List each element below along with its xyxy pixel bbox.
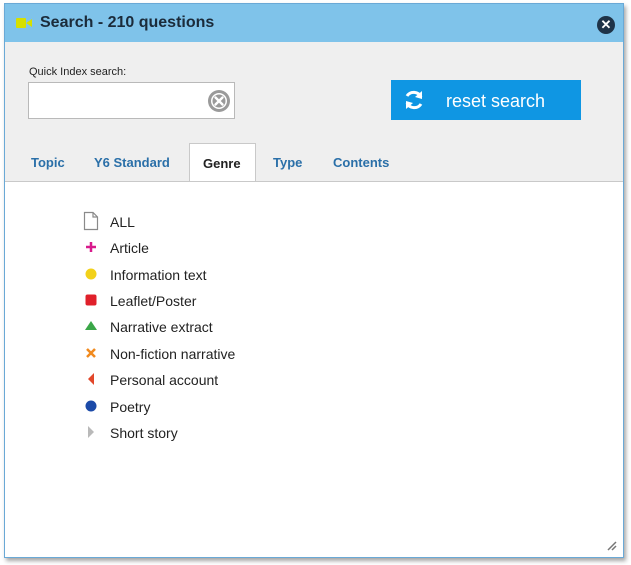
tab-genre-label: Genre <box>203 156 241 171</box>
genre-label: Poetry <box>110 399 151 415</box>
genre-label: Non-fiction narrative <box>110 346 236 362</box>
plus-icon <box>86 242 96 252</box>
genre-label: Personal account <box>110 372 219 388</box>
tab-topic[interactable]: Topic <box>31 155 65 170</box>
cross-icon <box>86 348 96 358</box>
resize-handle-icon[interactable] <box>605 539 617 551</box>
genre-item-article[interactable]: Article <box>83 237 283 257</box>
refresh-icon <box>405 90 423 110</box>
genre-item-short-story[interactable]: Short story <box>83 422 283 442</box>
genre-label: Article <box>110 240 149 256</box>
close-button[interactable]: ✕ <box>597 16 615 34</box>
reset-search-button[interactable]: reset search <box>391 80 581 120</box>
genre-item-personal-account[interactable]: Personal account <box>83 369 283 389</box>
dialog-titlebar[interactable]: Search - 210 questions ✕ <box>5 4 623 42</box>
tab-genre[interactable]: Genre <box>189 143 256 181</box>
tab-type[interactable]: Type <box>273 155 302 170</box>
circle-icon <box>85 400 97 412</box>
genre-item-narrative-extract[interactable]: Narrative extract <box>83 316 283 336</box>
tab-y6-standard[interactable]: Y6 Standard <box>94 155 170 170</box>
reset-search-label: reset search <box>446 91 546 111</box>
quick-index-search-input[interactable] <box>28 82 235 119</box>
triangle-left-icon <box>88 373 94 385</box>
genre-item-poetry[interactable]: Poetry <box>83 396 283 416</box>
search-dialog: Search - 210 questions ✕ Quick Index sea… <box>4 3 624 558</box>
genre-item-information-text[interactable]: Information text <box>83 264 283 284</box>
document-icon <box>83 211 99 231</box>
genre-label: Short story <box>110 425 178 441</box>
circle-icon <box>85 268 97 280</box>
genre-item-all[interactable]: ALL <box>83 211 283 231</box>
genre-label: ALL <box>110 214 135 230</box>
genre-label: Information text <box>110 267 207 283</box>
tab-contents[interactable]: Contents <box>333 155 389 170</box>
close-icon: ✕ <box>600 17 612 32</box>
search-panel: Quick Index search: reset search Topic Y… <box>5 42 623 182</box>
genre-label: Leaflet/Poster <box>110 293 197 309</box>
genre-item-leaflet-poster[interactable]: Leaflet/Poster <box>83 290 283 310</box>
triangle-up-icon <box>85 321 97 330</box>
quick-index-label: Quick Index search: <box>29 66 127 78</box>
clear-search-icon[interactable] <box>207 89 231 113</box>
square-icon <box>85 294 97 306</box>
triangle-right-icon <box>88 426 94 438</box>
dialog-title: Search - 210 questions <box>40 14 215 31</box>
genre-label: Narrative extract <box>110 319 213 335</box>
video-camera-icon <box>16 18 32 28</box>
genre-item-non-fiction-narrative[interactable]: Non-fiction narrative <box>83 343 283 363</box>
